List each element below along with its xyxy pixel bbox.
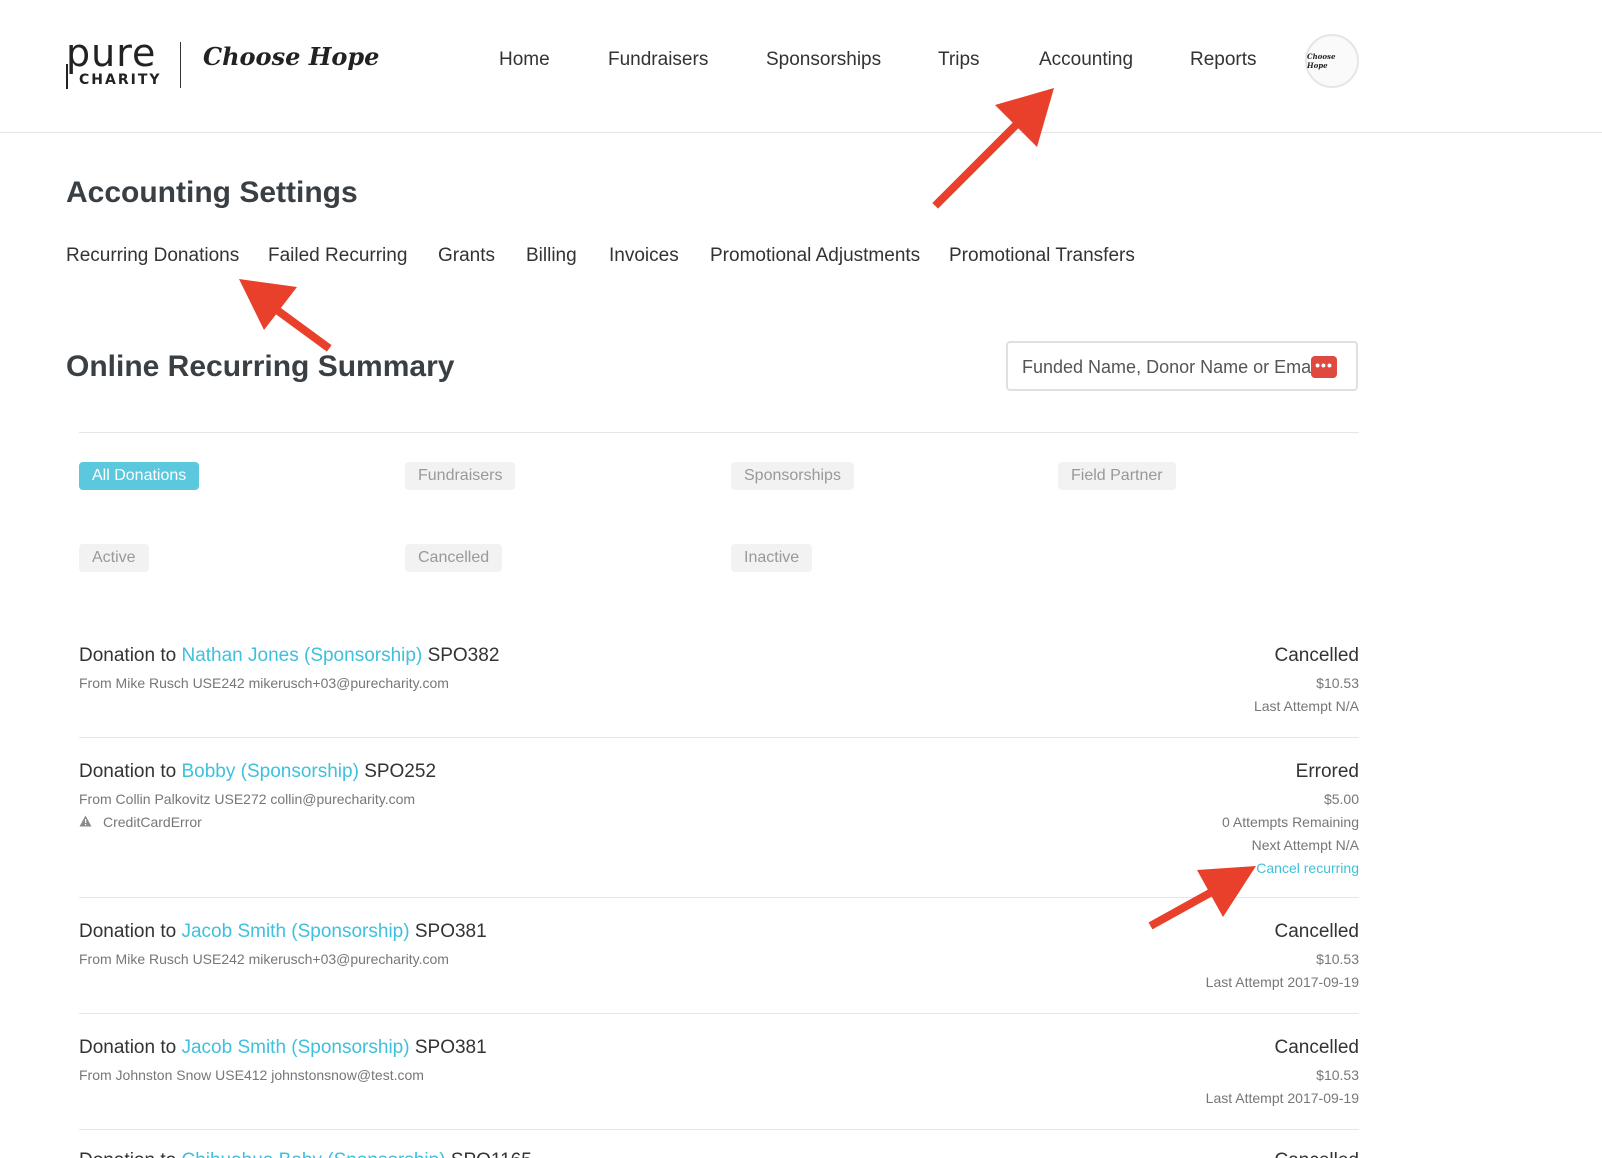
search-box: ••• [1006, 341, 1358, 391]
donation-amount: $10.53 [1316, 1067, 1359, 1083]
funded-link[interactable]: Bobby (Sponsorship) [181, 761, 358, 782]
donation-row: Donation to Chihuahua Baby (Sponsorship)… [79, 1150, 1359, 1158]
attempt-info: Next Attempt N/A [1251, 837, 1359, 853]
section-title: Online Recurring Summary [66, 350, 455, 383]
arrow-to-recurring-donations [239, 279, 332, 352]
top-navbar: pure CHARITY Choose Hope Home Fundraiser… [0, 0, 1602, 133]
donation-row: Donation to Nathan Jones (Sponsorship) S… [79, 645, 1359, 738]
nav-reports[interactable]: Reports [1190, 49, 1257, 71]
donor-info: From Collin Palkovitz USE272 collin@pure… [79, 791, 416, 807]
donor-info: From Mike Rusch USE242 mikerusch+03@pure… [79, 675, 449, 691]
funded-code: SPO1165 [451, 1150, 532, 1158]
filter-sponsorships[interactable]: Sponsorships [731, 462, 854, 490]
funded-link[interactable]: Nathan Jones (Sponsorship) [181, 645, 422, 666]
nav-home[interactable]: Home [499, 49, 550, 71]
donation-row: Donation to Jacob Smith (Sponsorship) SP… [79, 1037, 1359, 1130]
status-label: Cancelled [1274, 921, 1360, 942]
nav-fundraisers[interactable]: Fundraisers [608, 49, 708, 71]
funded-link[interactable]: Jacob Smith (Sponsorship) [181, 921, 409, 942]
funded-code: SPO252 [364, 761, 437, 782]
donation-title: Donation to Bobby (Sponsorship) SPO252 [79, 761, 436, 783]
logo-divider [180, 42, 181, 88]
filter-inactive[interactable]: Inactive [731, 544, 813, 572]
funded-code: SPO381 [414, 1037, 487, 1058]
nav-trips[interactable]: Trips [938, 49, 980, 71]
donation-prefix: Donation to [79, 1150, 176, 1158]
funded-code: SPO382 [427, 645, 500, 666]
tab-recurring-donations[interactable]: Recurring Donations [66, 245, 239, 267]
password-manager-icon[interactable]: ••• [1311, 356, 1337, 378]
nav-accounting[interactable]: Accounting [1039, 49, 1133, 71]
search-input[interactable] [1020, 343, 1319, 391]
funded-link[interactable]: Jacob Smith (Sponsorship) [181, 1037, 409, 1058]
tab-grants[interactable]: Grants [438, 245, 495, 267]
tab-failed-recurring[interactable]: Failed Recurring [268, 245, 407, 267]
filter-cancelled[interactable]: Cancelled [405, 544, 503, 572]
cancel-recurring-link[interactable]: Cancel recurring [1256, 860, 1359, 876]
account-avatar[interactable]: Choose Hope [1305, 34, 1359, 88]
donation-prefix: Donation to [79, 761, 177, 782]
logo-pure-text[interactable]: pure [66, 34, 156, 72]
donation-prefix: Donation to [79, 645, 177, 666]
filter-field-partner[interactable]: Field Partner [1058, 462, 1176, 490]
donor-info: From Johnston Snow USE412 johnstonsnow@t… [79, 1067, 424, 1083]
error-text: CreditCardError [103, 814, 202, 830]
divider [79, 432, 1359, 433]
donation-row: Donation to Jacob Smith (Sponsorship) SP… [79, 921, 1359, 1014]
attempt-info: Last Attempt N/A [1253, 698, 1359, 714]
attempts-remaining: 0 Attempts Remaining [1222, 814, 1359, 830]
status-label: Cancelled [1274, 645, 1360, 666]
donation-prefix: Donation to [79, 921, 177, 942]
status-label: Cancelled [1274, 1037, 1360, 1058]
logo-charity-text[interactable]: CHARITY [79, 72, 162, 88]
donation-title: Donation to Jacob Smith (Sponsorship) SP… [79, 1037, 487, 1059]
error-message: CreditCardError [79, 814, 202, 830]
donor-info: From Mike Rusch USE242 mikerusch+03@pure… [79, 951, 449, 967]
funded-code: SPO381 [414, 921, 487, 942]
page-title: Accounting Settings [66, 176, 358, 209]
status-label: Cancelled [1275, 1150, 1360, 1158]
donation-row: Donation to Bobby (Sponsorship) SPO252 F… [79, 761, 1359, 898]
page: pure CHARITY Choose Hope Home Fundraiser… [0, 0, 1602, 1158]
filter-fundraisers[interactable]: Fundraisers [405, 462, 516, 490]
donation-amount: $5.00 [1323, 791, 1359, 807]
tab-invoices[interactable]: Invoices [609, 245, 679, 267]
donation-title: Donation to Nathan Jones (Sponsorship) S… [79, 645, 499, 667]
funded-link[interactable]: Chihuahua Baby (Sponsorship) [181, 1150, 445, 1158]
attempt-info: Last Attempt 2017-09-19 [1205, 1090, 1359, 1106]
donation-prefix: Donation to [79, 1037, 177, 1058]
donation-amount: $10.53 [1316, 675, 1359, 691]
nav-sponsorships[interactable]: Sponsorships [766, 49, 881, 71]
donation-title: Donation to Chihuahua Baby (Sponsorship)… [79, 1150, 532, 1158]
attempt-info: Last Attempt 2017-09-19 [1205, 974, 1359, 990]
tab-billing[interactable]: Billing [526, 245, 577, 267]
donation-title: Donation to Jacob Smith (Sponsorship) SP… [79, 921, 487, 943]
warning-icon [79, 815, 93, 830]
filter-all-donations[interactable]: All Donations [79, 462, 200, 490]
donation-amount: $10.53 [1316, 951, 1359, 967]
tab-promotional-transfers[interactable]: Promotional Transfers [949, 245, 1135, 267]
filter-active[interactable]: Active [79, 544, 149, 572]
tab-promotional-adjustments[interactable]: Promotional Adjustments [710, 245, 920, 267]
organization-logo[interactable]: Choose Hope [203, 42, 379, 71]
status-label: Errored [1295, 761, 1359, 782]
